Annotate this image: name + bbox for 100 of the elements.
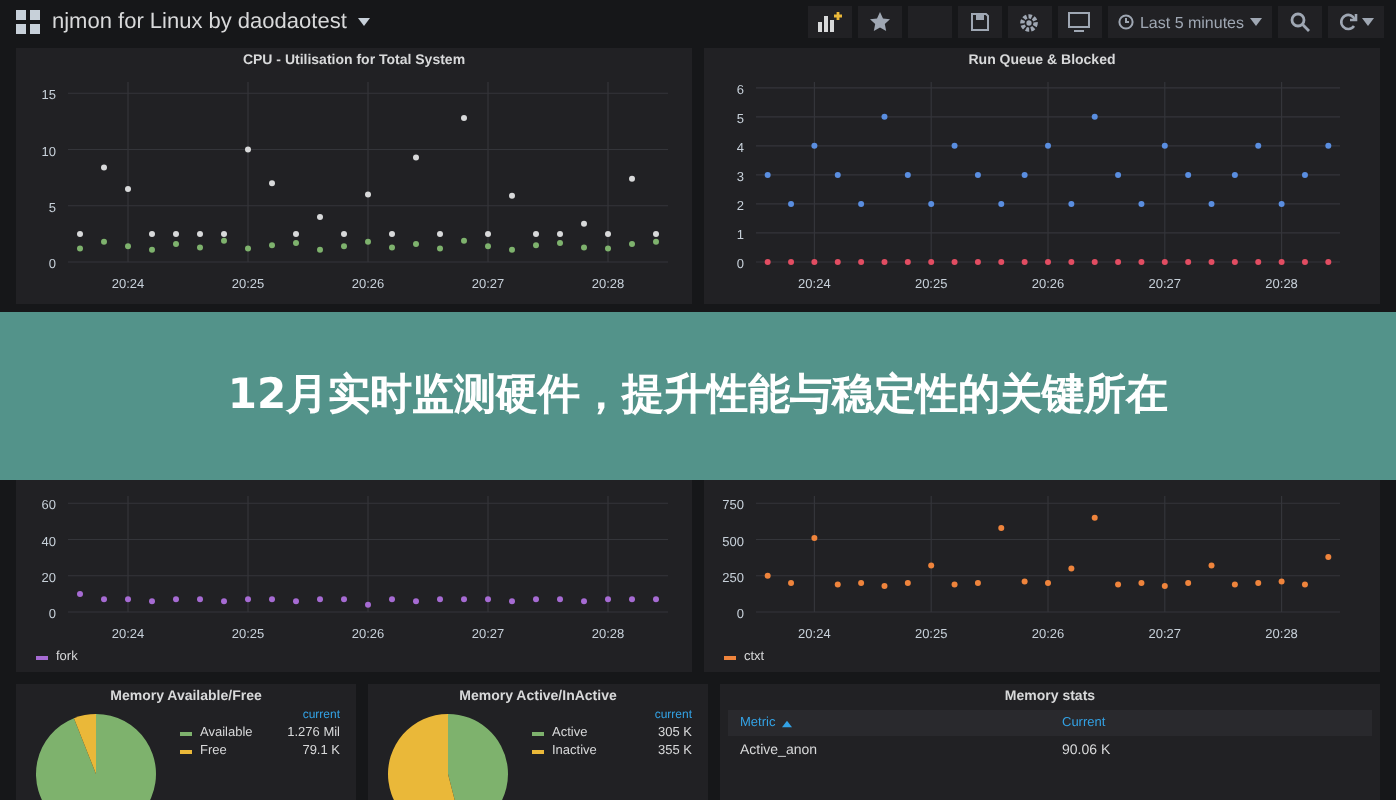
data-point (1255, 259, 1262, 265)
data-point (1208, 562, 1215, 569)
data-point (629, 596, 635, 603)
data-point (858, 259, 865, 265)
data-point (1301, 259, 1308, 265)
data-point (1138, 200, 1145, 207)
data-point (581, 244, 587, 251)
data-point (928, 259, 935, 265)
data-point (1115, 259, 1122, 265)
data-point (581, 220, 587, 227)
data-point (1231, 581, 1238, 588)
data-point (1021, 171, 1028, 178)
search-button[interactable] (1278, 6, 1322, 38)
data-point (1045, 580, 1051, 586)
data-point (1021, 259, 1028, 265)
data-point (485, 230, 491, 237)
data-point (245, 146, 251, 153)
data-point (413, 598, 419, 605)
data-point (269, 596, 275, 603)
data-point (101, 164, 107, 171)
settings-button[interactable] (1007, 6, 1052, 38)
data-point (341, 243, 347, 250)
bar-chart-plus-icon (817, 12, 842, 32)
data-point (533, 596, 539, 603)
data-point (1185, 580, 1192, 586)
data-point (77, 245, 83, 252)
data-point (1231, 171, 1238, 178)
data-point (1231, 259, 1238, 265)
data-point (437, 596, 443, 603)
time-range-picker[interactable]: Last 5 minutes (1107, 6, 1272, 38)
data-point (1208, 200, 1215, 207)
data-point (788, 200, 795, 207)
banner-title: 12月实时监测硬件，提升性能与稳定性的关键所在 (225, 368, 1171, 423)
data-point (1068, 565, 1075, 572)
refresh-button[interactable] (1328, 6, 1384, 38)
data-point (998, 200, 1005, 207)
data-point (317, 246, 323, 253)
data-point (1091, 113, 1098, 120)
data-point (149, 230, 155, 237)
data-point (269, 242, 275, 249)
data-point (1278, 200, 1285, 207)
data-point (974, 259, 981, 265)
data-point (317, 596, 323, 603)
data-point (125, 596, 131, 603)
data-point (413, 154, 419, 161)
pie-slice (448, 714, 508, 800)
star-icon (869, 12, 890, 32)
save-button[interactable] (957, 6, 1002, 38)
data-point (1091, 514, 1098, 521)
data-point (904, 580, 911, 586)
data-point (858, 200, 865, 207)
data-point (101, 596, 107, 603)
data-point (811, 259, 818, 265)
data-point (1138, 580, 1145, 586)
data-point (605, 596, 611, 603)
data-point (998, 524, 1005, 531)
refresh-icon (1338, 12, 1358, 32)
data-point (245, 596, 251, 603)
data-point (197, 230, 203, 237)
data-point (485, 243, 491, 250)
data-point (1325, 259, 1332, 265)
data-point (1115, 171, 1122, 178)
data-point (269, 180, 275, 187)
data-point (365, 238, 371, 245)
data-point (928, 562, 935, 569)
search-icon (1290, 12, 1310, 32)
data-point (1255, 142, 1262, 149)
data-point (221, 598, 227, 605)
data-point (461, 237, 467, 244)
data-point (389, 230, 395, 237)
dashboard-title[interactable]: njmon for Linux by daodaotest (52, 10, 347, 34)
data-point (1185, 259, 1192, 265)
monitor-icon (1068, 12, 1091, 32)
sort-ascending-icon (781, 719, 792, 727)
data-point (1115, 581, 1122, 588)
data-point (788, 580, 795, 586)
dashboard-grid-icon[interactable] (16, 10, 40, 34)
clock-icon (1117, 14, 1134, 30)
data-point (858, 580, 865, 586)
tv-mode-button[interactable] (1057, 6, 1102, 38)
data-point (389, 244, 395, 251)
data-point (581, 598, 587, 605)
data-point (173, 241, 179, 247)
data-point (653, 596, 659, 603)
data-point (834, 171, 841, 178)
data-point (764, 171, 771, 178)
data-point (1138, 259, 1145, 265)
data-point (951, 259, 958, 265)
add-panel-button[interactable] (807, 6, 852, 38)
star-button[interactable] (857, 6, 902, 38)
data-point (341, 596, 347, 603)
data-point (389, 596, 395, 603)
data-point (461, 115, 467, 121)
caret-icon[interactable] (358, 18, 371, 26)
data-point (125, 243, 131, 250)
data-point (245, 245, 251, 252)
data-point (951, 142, 958, 149)
data-point (834, 259, 841, 265)
data-point (149, 246, 155, 253)
data-point (1325, 553, 1332, 560)
